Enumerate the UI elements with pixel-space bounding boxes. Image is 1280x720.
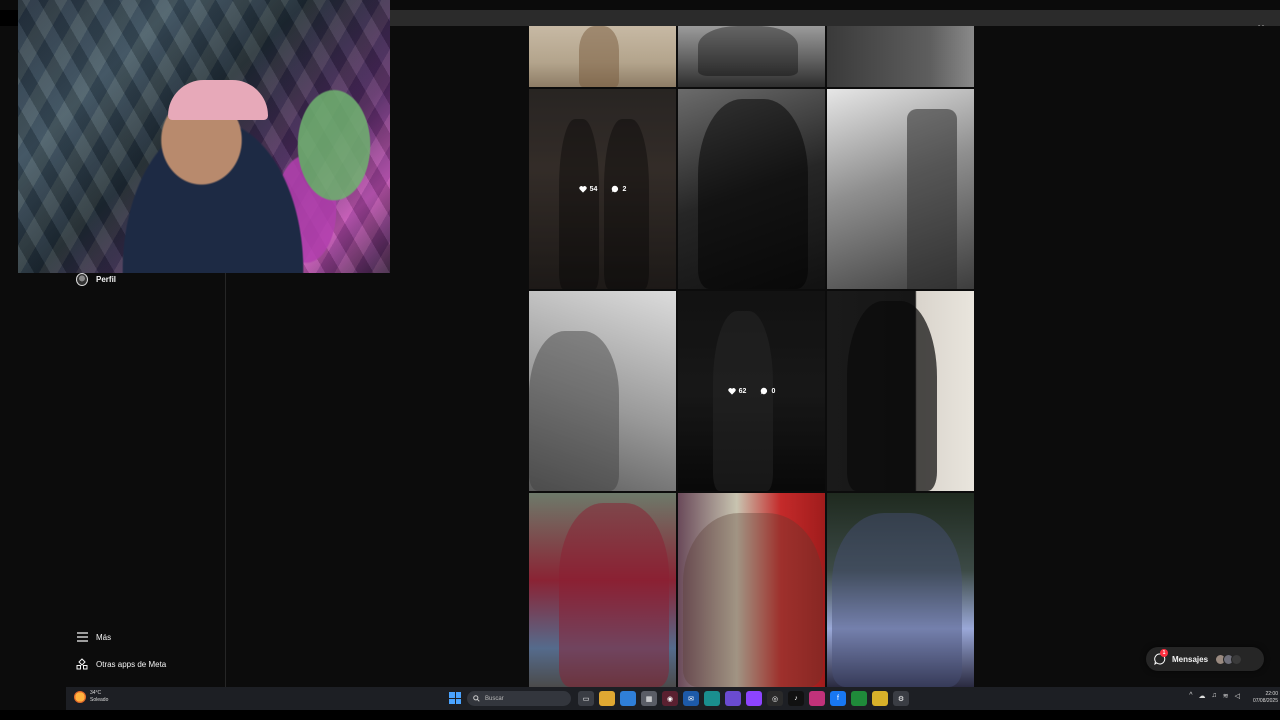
sidebar-item-label: Perfil [96, 274, 117, 284]
taskbar-clock[interactable]: 22:00 07/08/2025 [1253, 691, 1278, 705]
weather-widget[interactable]: 34°C Soleado [74, 690, 108, 704]
chevron-up-icon[interactable]: ^ [1189, 692, 1192, 700]
browser-title-bar: ··· – ▫ ✕ [390, 10, 1280, 33]
post-thumbnail[interactable] [529, 26, 676, 87]
hamburger-icon [76, 631, 88, 643]
calculator-icon[interactable]: ▦ [641, 691, 657, 706]
sidebar-item-more[interactable]: Más [76, 631, 111, 643]
taskbar-search[interactable]: Buscar [467, 691, 571, 706]
cloud-icon[interactable]: ☁ [1198, 692, 1205, 700]
message-avatars [1215, 653, 1243, 665]
chat-icon[interactable] [725, 691, 741, 706]
post-thumbnail[interactable] [827, 89, 974, 289]
profile-photo-grid: 54 2 62 0 [529, 26, 974, 687]
clock-time: 22:00 [1265, 691, 1278, 697]
weather-temp: 34°C [90, 690, 102, 696]
post-hover-stats: 54 2 [529, 89, 676, 289]
facebook-icon[interactable]: f [830, 691, 846, 706]
post-thumbnail[interactable] [529, 291, 676, 491]
search-icon [473, 695, 480, 702]
webcam-overlay [18, 0, 390, 273]
weather-text: 34°C Soleado [90, 690, 108, 704]
volume-icon[interactable]: ◁ [1235, 692, 1240, 700]
post-thumbnail[interactable] [827, 291, 974, 491]
comments-value: 0 [771, 387, 776, 395]
instagram-icon[interactable] [809, 691, 825, 706]
likes-count: 62 [727, 387, 747, 395]
mic-icon[interactable]: ♫ [1211, 692, 1216, 700]
record-icon[interactable]: ◉ [662, 691, 678, 706]
windows-taskbar: 34°C Soleado Buscar ▭ ▦ ◉ ✉ ◎ ♪ f ⚙ ^ ☁ … [66, 687, 1280, 710]
avatar [1231, 653, 1243, 665]
messages-label: Mensajes [1172, 654, 1209, 664]
comment-bubble-icon [612, 185, 619, 193]
post-thumbnail[interactable] [678, 26, 825, 87]
post-thumbnail[interactable]: 62 0 [678, 291, 825, 491]
post-thumbnail[interactable]: 54 2 [529, 89, 676, 289]
edge-icon[interactable] [704, 691, 720, 706]
browser-icon[interactable] [620, 691, 636, 706]
messenger-icon: 1 [1154, 649, 1168, 666]
sidebar-item-profile[interactable]: Perfil [76, 272, 117, 286]
sidebar-item-meta-apps[interactable]: Otras apps de Meta [76, 658, 166, 670]
start-button[interactable] [449, 692, 461, 704]
comment-bubble-icon [761, 387, 768, 395]
xbox-icon[interactable] [851, 691, 867, 706]
post-hover-stats: 62 0 [678, 291, 825, 491]
post-thumbnail[interactable] [827, 26, 974, 87]
profile-avatar-icon [76, 272, 88, 286]
settings-icon[interactable]: ⚙ [893, 691, 909, 706]
bottom-edge [0, 710, 1280, 720]
messages-button[interactable]: 1 Mensajes [1146, 647, 1264, 671]
post-thumbnail[interactable] [529, 493, 676, 687]
post-thumbnail[interactable] [678, 493, 825, 687]
webcam-cap [168, 80, 268, 120]
comments-count: 0 [760, 387, 775, 395]
sidebar-item-label: Otras apps de Meta [96, 659, 167, 669]
sidebar-item-label: Más [96, 632, 112, 642]
search-placeholder: Buscar [485, 695, 504, 702]
task-view-icon[interactable]: ▭ [578, 691, 594, 706]
comments-value: 2 [622, 185, 627, 193]
likes-value: 62 [738, 387, 747, 395]
obs-icon[interactable]: ◎ [767, 691, 783, 706]
notes-icon[interactable] [872, 691, 888, 706]
taskbar-apps: ▭ ▦ ◉ ✉ ◎ ♪ f ⚙ [578, 691, 909, 706]
taskbar-left-gap [0, 687, 66, 710]
tiktok-icon[interactable]: ♪ [788, 691, 804, 706]
weather-desc: Soleado [90, 697, 109, 703]
meta-apps-icon [76, 658, 88, 670]
clock-date: 07/08/2025 [1252, 698, 1278, 704]
twitch-icon[interactable] [746, 691, 762, 706]
comments-count: 2 [611, 185, 626, 193]
file-explorer-icon[interactable] [599, 691, 615, 706]
likes-count: 54 [578, 185, 598, 193]
heart-icon [578, 186, 587, 193]
wifi-icon[interactable]: ≋ [1223, 692, 1229, 700]
post-thumbnail[interactable] [678, 89, 825, 289]
post-thumbnail[interactable] [827, 493, 974, 687]
mail-icon[interactable]: ✉ [683, 691, 699, 706]
likes-value: 54 [589, 185, 598, 193]
heart-icon [727, 388, 736, 395]
system-tray: ^ ☁ ♫ ≋ ◁ [1189, 692, 1240, 700]
unread-badge: 1 [1160, 649, 1168, 657]
sun-icon [74, 691, 86, 703]
